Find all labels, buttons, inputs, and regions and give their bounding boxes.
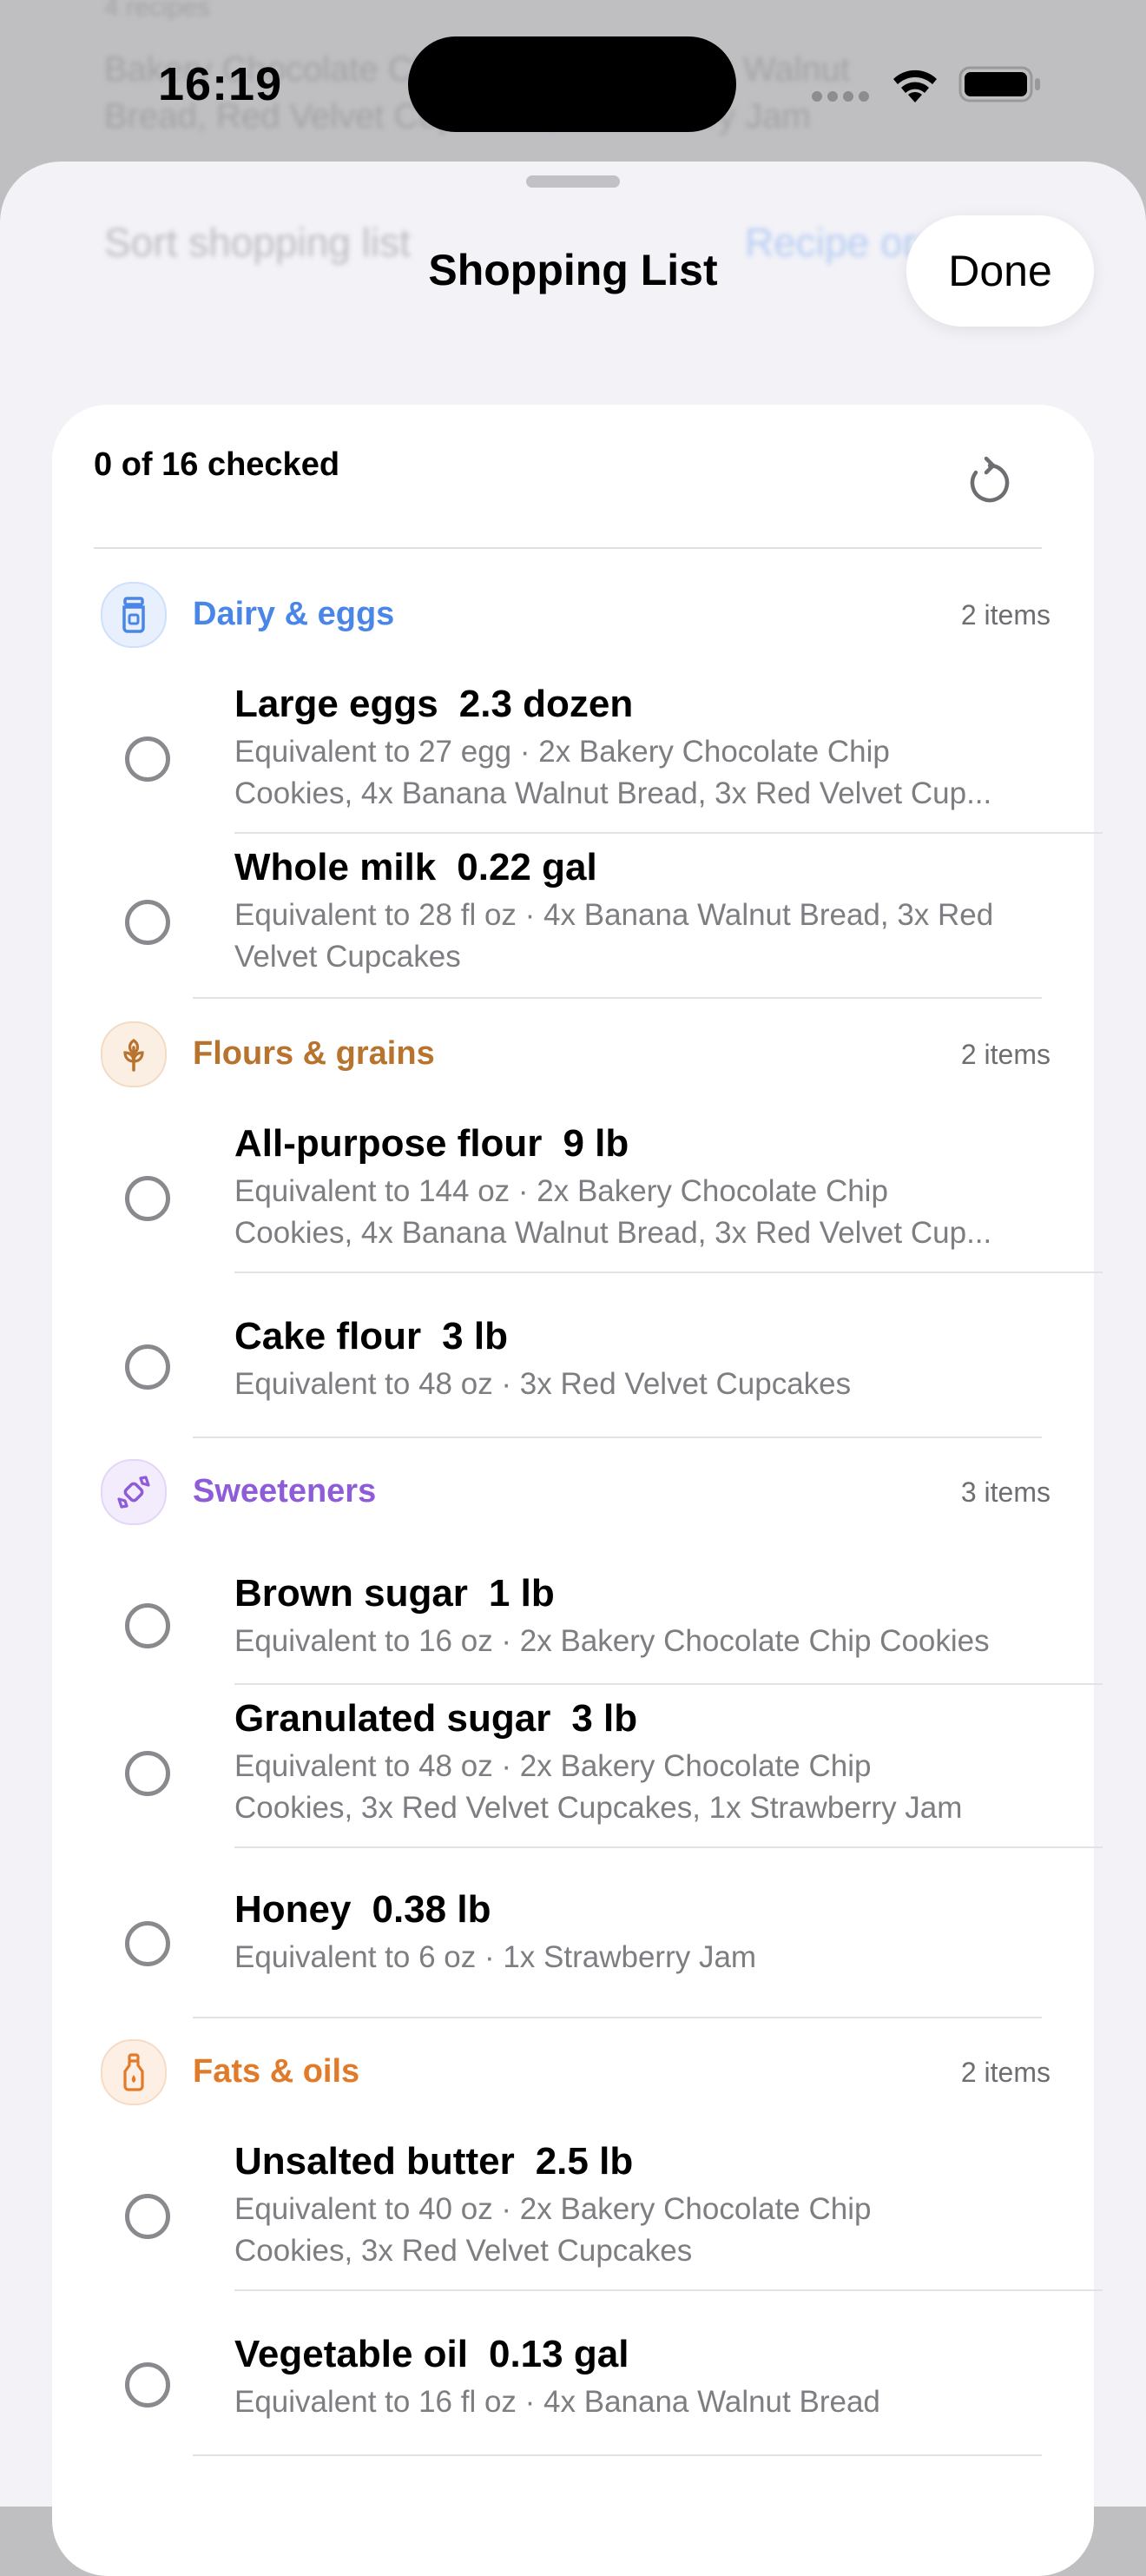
item-detail: Equivalent to 28 fl oz · 4x Banana Walnu… bbox=[234, 898, 994, 932]
section-item-count: 2 items bbox=[960, 599, 1050, 631]
shopping-list-card: 0 of 16 checked Dairy & eggs 2 items Lar… bbox=[52, 405, 1103, 2576]
item-detail: Equivalent to 27 egg · 2x Bakery Chocola… bbox=[234, 735, 890, 769]
item-detail: Equivalent to 6 oz · 1x Strawberry Jam bbox=[234, 1940, 757, 1974]
item-name: Large eggs 2.3 dozen bbox=[234, 683, 634, 725]
checkbox-circle[interactable] bbox=[125, 1603, 170, 1648]
item-quantity: 0.22 gal bbox=[457, 846, 597, 888]
checkbox-circle[interactable] bbox=[125, 1176, 170, 1221]
battery-icon bbox=[958, 66, 1040, 102]
item-quantity: 9 lb bbox=[563, 1122, 629, 1165]
item-name: Granulated sugar 3 lb bbox=[234, 1697, 638, 1740]
list-item[interactable]: Unsalted butter 2.5 lb Equivalent to 40 o… bbox=[52, 2126, 1094, 2291]
list-item[interactable]: Whole milk 0.22 gal Equivalent to 28 fl o… bbox=[52, 832, 1094, 997]
checkbox-circle[interactable] bbox=[125, 1921, 170, 1966]
item-name: Brown sugar 1 lb bbox=[234, 1572, 555, 1615]
wheat-icon bbox=[101, 1021, 167, 1087]
item-name: Cake flour 3 lb bbox=[234, 1315, 508, 1357]
item-detail: Equivalent to 48 oz · 3x Red Velvet Cupc… bbox=[234, 1367, 852, 1401]
item-name: Vegetable oil 0.13 gal bbox=[234, 2333, 629, 2375]
divider bbox=[193, 1437, 1042, 1438]
item-detail: Equivalent to 40 oz · 2x Bakery Chocolat… bbox=[234, 2192, 872, 2226]
candy-icon bbox=[101, 1459, 167, 1525]
checkbox-circle[interactable] bbox=[125, 1344, 170, 1390]
item-name: Honey 0.38 lb bbox=[234, 1888, 491, 1931]
oil-bottle-icon bbox=[101, 2039, 167, 2105]
section-title: Flours & grains bbox=[193, 1035, 435, 1072]
section-title: Dairy & eggs bbox=[193, 596, 395, 632]
list-item[interactable]: Granulated sugar 3 lb Equivalent to 48 oz… bbox=[52, 1683, 1094, 1848]
milk-bottle-icon bbox=[101, 582, 167, 648]
section-item-count: 2 items bbox=[960, 2057, 1050, 2088]
item-detail-cont: Cookies, 3x Red Velvet Cupcakes, 1x Stra… bbox=[234, 1791, 963, 1825]
item-quantity: 3 lb bbox=[442, 1315, 508, 1357]
divider bbox=[94, 547, 1042, 549]
status-bar: 16:19 bbox=[0, 0, 1146, 165]
item-quantity: 0.38 lb bbox=[372, 1888, 491, 1931]
item-name: Unsalted butter 2.5 lb bbox=[234, 2140, 634, 2183]
item-name: All-purpose flour 9 lb bbox=[234, 1122, 629, 1165]
item-detail: Equivalent to 16 fl oz · 4x Banana Walnu… bbox=[234, 2385, 880, 2419]
checkbox-circle[interactable] bbox=[125, 2194, 170, 2239]
section-title: Fats & oils bbox=[193, 2053, 360, 2090]
list-item[interactable]: Large eggs 2.3 dozen Equivalent to 27 egg… bbox=[52, 669, 1094, 834]
list-item[interactable]: All-purpose flour 9 lb Equivalent to 144 … bbox=[52, 1108, 1094, 1271]
wifi-icon bbox=[893, 69, 937, 102]
dynamic-island bbox=[408, 36, 736, 132]
list-item[interactable]: Brown sugar 1 lb Equivalent to 16 oz · 2x… bbox=[52, 1546, 1094, 1683]
item-detail: Equivalent to 16 oz · 2x Bakery Chocolat… bbox=[234, 1624, 990, 1658]
item-quantity: 2.3 dozen bbox=[458, 683, 634, 725]
checkbox-circle[interactable] bbox=[125, 1751, 170, 1796]
section-title: Sweeteners bbox=[193, 1473, 377, 1509]
section-item-count: 2 items bbox=[960, 1039, 1050, 1070]
checkbox-circle[interactable] bbox=[125, 736, 170, 782]
checked-count: 0 of 16 checked bbox=[94, 446, 340, 483]
reset-icon[interactable] bbox=[960, 453, 1016, 509]
cellular-signal-icon bbox=[812, 91, 869, 102]
item-detail-cont: Cookies, 3x Red Velvet Cupcakes bbox=[234, 2234, 693, 2268]
item-detail-cont: Velvet Cupcakes bbox=[234, 940, 461, 974]
item-detail-cont: Cookies, 4x Banana Walnut Bread, 3x Red … bbox=[234, 1216, 992, 1250]
section-item-count: 3 items bbox=[960, 1476, 1050, 1508]
item-quantity: 0.13 gal bbox=[488, 2333, 629, 2375]
sheet-grabber[interactable] bbox=[526, 175, 620, 188]
list-item[interactable]: Honey 0.38 lb Equivalent to 6 oz · 1x Str… bbox=[52, 1846, 1094, 2017]
checkbox-circle[interactable] bbox=[125, 900, 170, 945]
item-name: Whole milk 0.22 gal bbox=[234, 846, 597, 888]
checkbox-circle[interactable] bbox=[125, 2362, 170, 2408]
item-quantity: 2.5 lb bbox=[535, 2140, 634, 2183]
item-detail-cont: Cookies, 4x Banana Walnut Bread, 3x Red … bbox=[234, 776, 992, 810]
item-detail: Equivalent to 144 oz · 2x Bakery Chocola… bbox=[234, 1174, 888, 1208]
list-item[interactable]: Vegetable oil 0.13 gal Equivalent to 16 f… bbox=[52, 2289, 1094, 2454]
done-button[interactable]: Done bbox=[906, 215, 1094, 327]
item-quantity: 3 lb bbox=[571, 1697, 638, 1740]
item-detail: Equivalent to 48 oz · 2x Bakery Chocolat… bbox=[234, 1749, 872, 1783]
divider bbox=[193, 997, 1042, 999]
divider bbox=[193, 2454, 1042, 2456]
status-time: 16:19 bbox=[158, 58, 283, 110]
item-quantity: 1 lb bbox=[488, 1572, 555, 1615]
list-item[interactable]: Cake flour 3 lb Equivalent to 48 oz · 3x … bbox=[52, 1271, 1094, 1437]
shopping-list-sheet: Sort shopping list Recipe order Shopping… bbox=[0, 162, 1146, 2576]
divider bbox=[193, 2017, 1042, 2018]
list-summary: 0 of 16 checked bbox=[52, 405, 1094, 535]
